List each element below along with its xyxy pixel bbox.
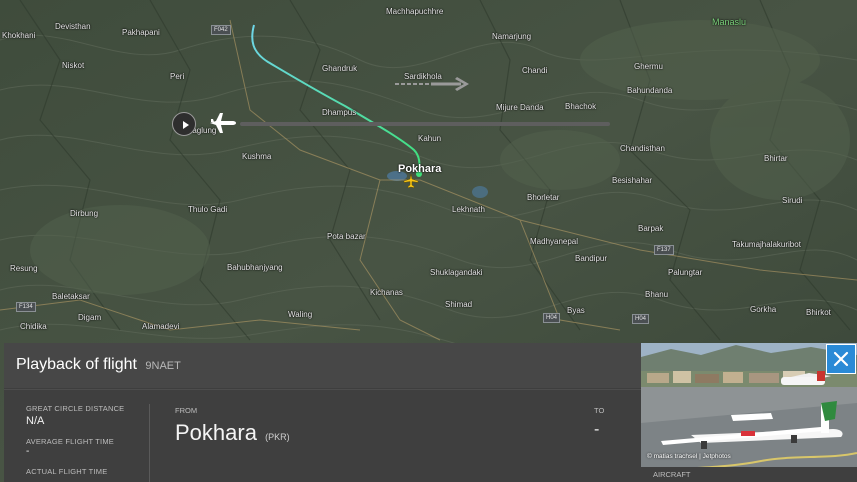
map-label: Bhirtar [764,154,788,163]
map-label: Waling [288,310,313,319]
map-label: Resung [10,264,38,273]
route-arrow-icon [395,77,469,91]
from-label: FROM [175,406,198,415]
stat-value-avg-time: - [26,446,30,457]
map-label: Thulo Gadi [188,205,228,214]
column-divider [149,404,150,482]
map-label: Niskot [62,61,85,70]
aircraft-marker-icon[interactable] [403,173,419,189]
map-label: Bahubhanjyang [227,263,283,272]
road-shield: H04 [543,313,561,323]
flight-registration: 9NAET [145,360,181,372]
stat-label-actual-time: ACTUAL FLIGHT TIME [26,467,108,476]
road-shield: H04 [632,314,650,324]
map-label: Bhanu [645,290,669,299]
origin-iata-code: (PKR) [265,432,290,442]
origin-city-name: Pokhara [175,420,257,445]
map-label: Machhapuchhre [386,7,444,16]
panel-body: GREAT CIRCLE DISTANCE N/A AVERAGE FLIGHT… [4,390,641,482]
stat-label-avg-time: AVERAGE FLIGHT TIME [26,437,114,446]
map-label: Bandipur [575,254,608,263]
map-label: Namarjung [492,32,532,41]
playback-timeline-slider[interactable] [240,122,610,126]
map-label: Alamadevi [142,322,180,331]
origin-column: FROM Pokhara (PKR) [175,406,290,446]
park-label: Manaslu [712,17,747,27]
map-label: Bhirkot [806,308,831,317]
map-label: Pakhapani [122,28,160,37]
map-label: Bhachok [565,102,597,111]
map-label: Dhampus [322,108,357,117]
map-label: Kichanas [370,288,403,297]
map-label: Bhorletar [527,193,560,202]
destination-column: TO - [594,406,604,439]
photo-credit: © matias trachsel | Jetphotos [647,453,731,460]
stat-value-distance: N/A [26,415,45,427]
road-shield: F134 [16,302,36,312]
map-label: Byas [567,306,585,315]
map-label: Peri [170,72,185,81]
road-shield: F042 [211,25,231,35]
map-label: Ghandruk [322,64,358,73]
flight-stats: GREAT CIRCLE DISTANCE N/A AVERAGE FLIGHT… [26,404,146,476]
map-label: Sirudi [782,196,803,205]
map-label: Mijure Danda [496,103,544,112]
map-label: Chandisthan [620,144,665,153]
close-icon [833,351,849,367]
map-label: Takumajhalakuribot [732,240,801,249]
map-label: Shimad [445,300,473,309]
map-label: Kahun [418,134,442,143]
play-button[interactable] [172,112,196,136]
map-label: Ghermu [634,62,663,71]
map-label: Besishahar [612,176,653,185]
road-shield: F137 [654,245,674,255]
map-label: Khokhani [2,31,36,40]
aircraft-photo-image [641,343,857,482]
map-label: Chidika [20,322,47,331]
map-label: Bahundanda [627,86,673,95]
map-label: Lekhnath [452,205,485,214]
play-icon [183,121,189,129]
map-label: Palungtar [668,268,703,277]
origin-city: Pokhara (PKR) [175,420,290,446]
map-label: Barpak [638,224,664,233]
aircraft-section-label: AIRCRAFT [641,467,857,482]
map-label: Pota bazar [327,232,366,241]
panel-header: Playback of flight 9NAET [4,343,641,389]
plane-progress-icon[interactable] [208,110,238,136]
panel-title: Playback of flight [16,356,137,373]
flight-playback-screen: Devisthan Pakhapani Khokhani Niskot Peri… [0,0,857,482]
map-label: Shuklagandaki [430,268,483,277]
map-label: Chandi [522,66,548,75]
flight-info-panel: Playback of flight 9NAET GREAT CIRCLE DI… [4,343,641,482]
stat-label-distance: GREAT CIRCLE DISTANCE [26,404,125,413]
to-label: TO [594,406,605,415]
map-label: Gorkha [750,305,777,314]
map-label: Dirbung [70,209,99,218]
aircraft-photo[interactable]: © matias trachsel | Jetphotos AIRCRAFT [641,343,857,482]
map-label: Baletaksar [52,292,90,301]
map-label: Digam [78,313,102,322]
map-label: Devisthan [55,22,91,31]
close-button[interactable] [826,344,856,374]
map-label: Kushma [242,152,272,161]
destination-city: - [594,421,600,438]
map-label: Madhyanepal [530,237,579,246]
